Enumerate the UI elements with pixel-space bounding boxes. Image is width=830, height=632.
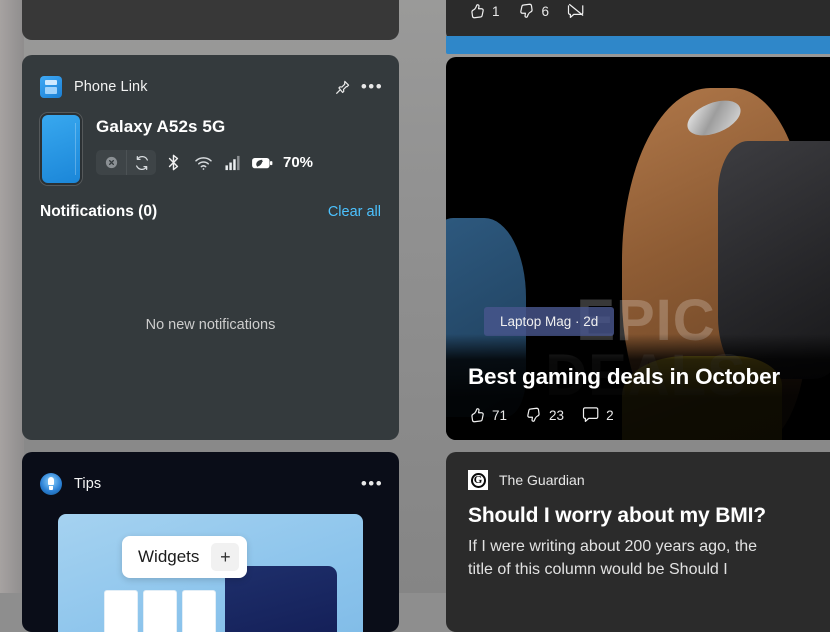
- dislike-count: 6: [542, 4, 550, 19]
- ellipsis-glyph: •••: [361, 480, 383, 488]
- source-name: The Guardian: [499, 472, 585, 488]
- tips-illustration: Widgets +: [58, 514, 363, 632]
- tips-header: Tips •••: [22, 464, 399, 504]
- source-row: G The Guardian: [468, 470, 824, 490]
- plus-icon: +: [211, 543, 239, 571]
- illustration-widgets-label: Widgets: [138, 547, 199, 567]
- news-body: If I were writing about 200 years ago, t…: [468, 536, 824, 581]
- like-count: 71: [492, 408, 507, 423]
- device-info: Galaxy A52s 5G: [96, 113, 313, 185]
- phone-link-header: Phone Link •••: [22, 67, 399, 107]
- dislike-button[interactable]: 23: [525, 406, 564, 424]
- blue-accent-strip: [446, 36, 830, 54]
- phone-device-icon: [40, 113, 82, 185]
- battery-percentage: 70%: [283, 154, 313, 171]
- reactions-row: 71 23 2: [468, 406, 830, 424]
- refresh-icon[interactable]: [126, 150, 156, 175]
- widgets-board: Phone Link ••• Galaxy A52s 5G: [0, 0, 830, 593]
- bluetooth-icon: [160, 150, 186, 175]
- news-body-line-2: title of this column would be Should I: [468, 559, 824, 582]
- like-button[interactable]: 1: [468, 2, 500, 20]
- comment-button[interactable]: 2: [582, 406, 614, 424]
- tips-title: Tips: [74, 476, 357, 492]
- notifications-title: Notifications (0): [40, 203, 157, 221]
- ellipsis-glyph: •••: [361, 83, 383, 91]
- cellular-signal-icon: [220, 150, 246, 175]
- connected-device-row: Galaxy A52s 5G: [22, 107, 399, 185]
- more-options-icon[interactable]: •••: [357, 469, 387, 499]
- comment-count: 2: [606, 408, 614, 423]
- phone-link-title: Phone Link: [74, 79, 327, 95]
- device-name: Galaxy A52s 5G: [96, 117, 313, 137]
- empty-notifications-message: No new notifications: [22, 317, 399, 333]
- gaming-deals-news-card[interactable]: EPIC DEALS Laptop Mag · 2d Best gaming d…: [446, 57, 830, 440]
- lightbulb-icon: [40, 473, 62, 495]
- guardian-logo-letter: G: [471, 473, 486, 488]
- notifications-bar: Notifications (0) Clear all: [22, 185, 399, 221]
- clear-all-button[interactable]: Clear all: [328, 204, 381, 220]
- phone-link-icon: [40, 76, 62, 98]
- like-button[interactable]: 71: [468, 406, 507, 424]
- dislike-button[interactable]: 6: [518, 2, 550, 20]
- battery-saver-icon: [250, 150, 276, 175]
- illustration-widget-grid: [104, 590, 216, 632]
- disconnect-icon[interactable]: [96, 150, 126, 175]
- guardian-news-card[interactable]: G The Guardian Should I worry about my B…: [446, 452, 830, 632]
- guardian-logo-icon: G: [468, 470, 488, 490]
- comments-disabled-icon[interactable]: [567, 2, 585, 20]
- device-status-row: 70%: [96, 150, 313, 175]
- dislike-count: 23: [549, 408, 564, 423]
- pin-icon[interactable]: [327, 72, 357, 102]
- news-text-overlay: Best gaming deals in October 71 23: [446, 334, 830, 440]
- more-options-icon[interactable]: •••: [357, 72, 387, 102]
- clipped-widget-card[interactable]: [22, 0, 399, 40]
- wifi-icon: [190, 150, 216, 175]
- reactions-row: 1 6: [446, 0, 830, 20]
- tips-widget[interactable]: Tips ••• Widgets +: [22, 452, 399, 632]
- news-headline: Should I worry about my BMI?: [468, 504, 824, 528]
- news-body-line-1: If I were writing about 200 years ago, t…: [468, 536, 824, 559]
- like-count: 1: [492, 4, 500, 19]
- illustration-widgets-pill: Widgets +: [122, 536, 247, 578]
- source-badge: Laptop Mag · 2d: [484, 307, 614, 336]
- phone-link-widget[interactable]: Phone Link ••• Galaxy A52s 5G: [22, 55, 399, 440]
- news-headline: Best gaming deals in October: [468, 364, 830, 390]
- device-action-group: [96, 150, 156, 175]
